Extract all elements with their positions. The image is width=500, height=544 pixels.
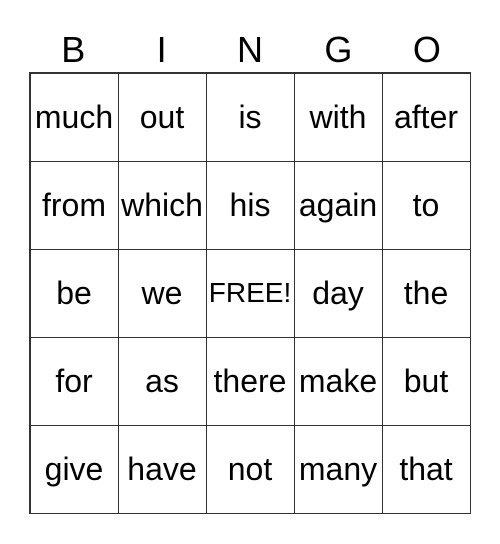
bingo-cell[interactable]: that [381, 424, 471, 514]
cell-word: that [399, 450, 453, 487]
cell-word: there [213, 362, 287, 399]
cell-word: his [229, 186, 271, 223]
cell-word: much [34, 98, 114, 135]
bingo-cell[interactable]: we [117, 248, 207, 338]
cell-word: out [139, 98, 185, 135]
header-letter-o: O [412, 29, 441, 70]
cell-word: many [298, 450, 378, 487]
header-letter-i: I [156, 29, 167, 70]
header-letter-g: G [324, 29, 353, 70]
cell-word: after [393, 98, 459, 135]
cell-word: make [298, 362, 378, 399]
cell-word: for [55, 362, 93, 399]
bingo-cell[interactable]: as [117, 336, 207, 426]
header-letter-n: N [237, 29, 264, 70]
header-letter-b: B [61, 29, 86, 70]
bingo-cell[interactable]: have [117, 424, 207, 514]
cell-word: give [44, 450, 104, 487]
free-space-cell[interactable]: FREE! [205, 248, 295, 338]
bingo-cell[interactable]: after [381, 72, 471, 162]
bingo-cell[interactable]: but [381, 336, 471, 426]
bingo-cell[interactable]: for [29, 336, 119, 426]
cell-word: from [42, 186, 106, 223]
cell-word: is [238, 98, 262, 135]
cell-word: as [145, 362, 179, 399]
bingo-cell[interactable]: his [205, 160, 295, 250]
cell-word: but [403, 362, 449, 399]
bingo-cell[interactable]: many [293, 424, 383, 514]
bingo-cell[interactable]: make [293, 336, 383, 426]
cell-word: the [403, 274, 449, 311]
cell-word: to [412, 186, 440, 223]
bingo-header: B I N G O [29, 28, 471, 72]
bingo-cell[interactable]: is [205, 72, 295, 162]
cell-word: day [312, 274, 364, 311]
cell-word: again [298, 186, 378, 223]
bingo-cell[interactable]: which [117, 160, 207, 250]
cell-word: we [141, 274, 183, 311]
bingo-cell[interactable]: out [117, 72, 207, 162]
cell-word: not [227, 450, 273, 487]
bingo-grid: much out is with after from which his again to be w… [29, 72, 471, 514]
bingo-cell[interactable]: the [381, 248, 471, 338]
bingo-cell[interactable]: there [205, 336, 295, 426]
cell-word: which [121, 186, 203, 223]
cell-word: have [127, 450, 197, 487]
bingo-cell[interactable]: much [29, 72, 119, 162]
bingo-cell[interactable]: again [293, 160, 383, 250]
cell-word: with [309, 98, 367, 135]
bingo-cell[interactable]: to [381, 160, 471, 250]
bingo-cell[interactable]: give [29, 424, 119, 514]
bingo-cell[interactable]: day [293, 248, 383, 338]
cell-word: be [56, 274, 92, 311]
bingo-cell[interactable]: not [205, 424, 295, 514]
cell-word: FREE! [208, 277, 292, 308]
bingo-cell[interactable]: from [29, 160, 119, 250]
bingo-cell[interactable]: with [293, 72, 383, 162]
bingo-cell[interactable]: be [29, 248, 119, 338]
